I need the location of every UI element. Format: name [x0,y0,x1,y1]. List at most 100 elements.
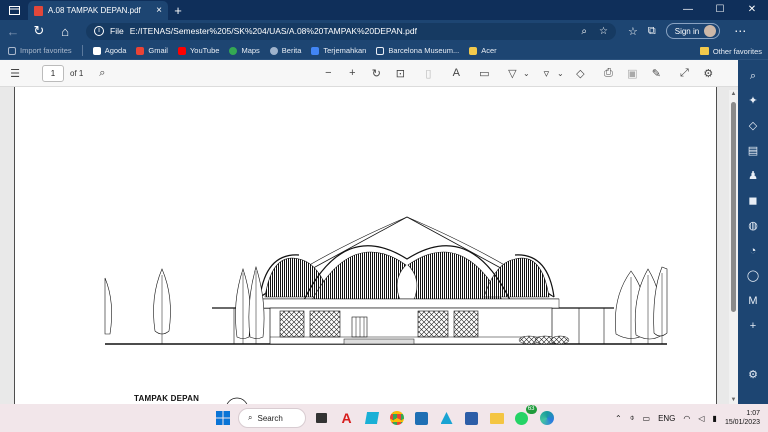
other-favorites[interactable]: Other favorites [699,42,762,60]
rotate-icon[interactable]: ↻ [369,67,383,80]
sketchup-icon[interactable] [412,408,432,428]
window-menu-icon[interactable] [0,0,28,20]
pdf-page: TAMPAK DEPAN [14,87,717,404]
games-icon[interactable]: ♟ [745,168,761,184]
zoom-out-icon[interactable]: − [321,67,335,79]
app-icon[interactable] [362,408,382,428]
maximize-button[interactable]: ☐ [704,0,736,20]
youtube-icon [177,46,186,55]
divider [81,45,83,56]
wifi-icon[interactable]: ◠ [683,414,690,423]
read-aloud-icon[interactable]: A [449,67,463,79]
collections-icon[interactable]: ⧉ [648,25,656,38]
back-arrow-icon[interactable]: ← [0,24,26,39]
favorite-terjemahkan[interactable]: Terjemahkan [311,46,366,55]
app-icon-2[interactable] [437,408,457,428]
url-text[interactable]: E:/ITENAS/Semester%205/SK%204/UAS/A.08%2… [130,26,417,36]
chrome-icon[interactable] [387,408,407,428]
draw-icon[interactable]: ▽ [505,67,519,80]
home-icon[interactable]: ⌂ [52,24,78,39]
shopping-tag-icon[interactable]: ◇ [745,118,761,134]
pdf-file-icon [34,5,43,16]
sidebar-settings-icon[interactable]: ⚙ [745,367,761,383]
more-menu-icon[interactable]: ⋯ [734,24,746,38]
print-icon[interactable]: ⎙ [601,67,615,80]
eraser-icon[interactable]: ◇ [573,67,587,80]
browser-tab[interactable]: A.08 TAMPAK DEPAN.pdf × [28,0,168,21]
favorite-acer[interactable]: Acer [469,46,497,55]
save-icon[interactable]: ▣ [625,67,639,80]
save-as-icon[interactable]: ✎ [649,67,663,80]
task-view-icon[interactable] [312,408,332,428]
address-bar: ← ↻ ⌂ i File E:/ITENAS/Semester%205/SK%2… [0,20,768,42]
language-indicator[interactable]: ENG [658,414,675,423]
fit-page-icon[interactable]: ⊡ [393,67,407,80]
taskbar-search[interactable]: ⌕ Search [238,408,306,428]
favorite-star-icon[interactable]: ☆ [599,26,608,37]
text-box-icon[interactable]: ▭ [477,67,491,80]
volume-icon[interactable]: ◁ [698,414,704,423]
close-window-button[interactable]: ✕ [736,0,768,20]
battery-icon[interactable]: ▮ [713,414,717,423]
chevron-up-icon[interactable]: ⌃ [615,414,622,423]
microphone-icon[interactable]: ⌽ [630,413,635,423]
url-field[interactable]: i File E:/ITENAS/Semester%205/SK%204/UAS… [86,22,616,40]
add-icon[interactable]: + [745,318,761,334]
idea-icon[interactable]: ◔ [745,243,761,259]
settings-gear-icon[interactable]: ⚙ [701,67,715,80]
whatsapp-icon[interactable]: ◯ [745,268,761,284]
edge-icon[interactable] [537,408,557,428]
page-icon [376,46,385,55]
acrobat-icon[interactable]: A [337,408,357,428]
zoom-in-icon[interactable]: + [345,67,359,79]
discover-icon[interactable]: ✦ [745,93,761,109]
chevron-down-icon[interactable]: ⌄ [521,69,531,78]
refresh-icon[interactable]: ↻ [26,23,52,39]
tools-briefcase-icon[interactable]: ▤ [745,143,761,159]
office-icon[interactable]: ◼ [745,193,761,209]
time: 1:07 [746,410,760,417]
favorite-maps[interactable]: Maps [229,46,260,55]
gmail-icon[interactable]: M [745,293,761,309]
sign-in-label: Sign in [674,26,700,36]
search-icon[interactable]: ⌕ [95,67,109,80]
vertical-scrollbar[interactable]: ▲ ▼ [729,90,738,404]
front-elevation-drawing [14,87,717,404]
file-explorer-icon[interactable] [487,408,507,428]
windows-start-icon[interactable] [213,408,233,428]
highlight-icon[interactable]: ▿ [539,67,553,80]
sign-in-button[interactable]: Sign in [665,23,721,39]
outlook-icon[interactable]: ◍ [745,218,761,234]
scroll-down-arrow-icon[interactable]: ▼ [729,397,738,403]
new-tab-button[interactable]: + [168,3,188,18]
app-icon-3[interactable] [462,408,482,428]
maps-icon [229,46,238,55]
zoom-icon[interactable]: ⌕ [581,26,587,37]
info-icon[interactable]: i [94,26,104,36]
clock[interactable]: 1:07 15/01/2023 [725,409,760,427]
edge-sidebar: ⌕ ✦ ◇ ▤ ♟ ◼ ◍ ◔ ◯ M + ⚙ [738,60,768,404]
tab-close-button[interactable]: × [150,5,168,16]
system-tray: ⌃ ⌽ ▭ ENG ◠ ◁ ▮ 1:07 15/01/2023 [615,404,768,432]
chevron-down-icon[interactable]: ⌄ [555,69,565,78]
favorite-gmail[interactable]: Gmail [136,46,168,55]
favorite-barcelona-museum[interactable]: Barcelona Museum... [376,46,459,55]
scroll-up-arrow-icon[interactable]: ▲ [729,91,738,97]
favorite-agoda[interactable]: Agoda [92,46,126,55]
page-view-icon[interactable]: ▯ [421,67,435,80]
minimize-button[interactable]: — [672,0,704,20]
favorites-icon[interactable]: ☆ [628,25,638,38]
agoda-icon [92,46,101,55]
favorite-berita[interactable]: Berita [269,46,301,55]
whatsapp-icon[interactable]: 63 [512,405,537,428]
fullscreen-icon[interactable]: ⤢ [677,67,691,80]
search-icon[interactable]: ⌕ [745,68,761,84]
scrollbar-thumb[interactable] [731,102,736,312]
table-of-contents-icon[interactable]: ☰ [8,67,22,80]
favorite-youtube[interactable]: YouTube [177,46,219,55]
page-number-input[interactable]: 1 [42,64,64,82]
display-icon[interactable]: ▭ [643,414,651,423]
favorites-bar: Import favorites Agoda Gmail YouTube Map… [0,42,768,60]
tab-title: A.08 TAMPAK DEPAN.pdf [48,6,141,15]
favorite-import[interactable]: Import favorites [8,46,72,55]
